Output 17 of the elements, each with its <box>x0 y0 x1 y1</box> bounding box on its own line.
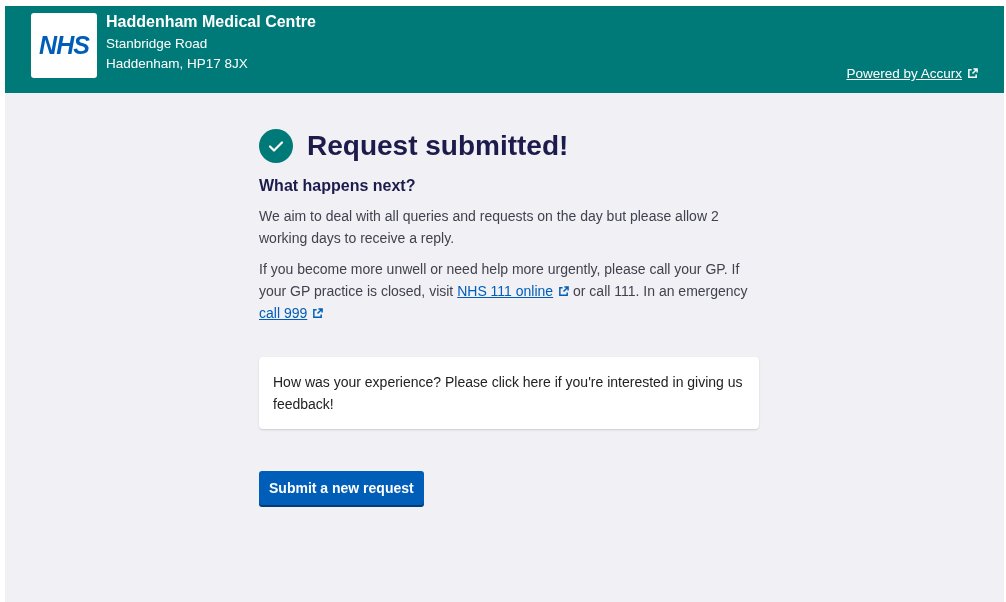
paragraph: If you become more unwell or need help more urgently, please call your GP. If your GP practice is closed, visit NHS 111 online or call 111. In an emergency call 999 <box>259 258 759 324</box>
external-link-icon <box>312 307 324 319</box>
nhs-logo: NHS <box>31 13 97 78</box>
address-line: Stanbridge Road <box>106 36 209 51</box>
section-heading: What happens next? <box>259 177 417 195</box>
page-title: Request submitted! <box>307 130 569 162</box>
external-link-icon <box>967 68 978 79</box>
powered-by-link[interactable]: Powered by Accurx <box>846 66 978 81</box>
paragraph: We aim to deal with all queries and requests on the day but please allow 2 working days to receive a reply. <box>259 207 720 248</box>
submit-new-request-button[interactable]: Submit a new request <box>259 471 424 505</box>
external-link-icon <box>558 285 570 297</box>
practice-name: Haddenham Medical Centre <box>106 13 317 31</box>
address-line: Haddenham, HP17 8JX <box>106 56 249 71</box>
feedback-card[interactable]: How was your experience? Please click here if you're interested in giving us feedback! <box>259 357 759 429</box>
link[interactable]: NHS 111 online <box>457 280 570 302</box>
link[interactable]: call 999 <box>259 302 324 324</box>
check-circle-icon <box>259 129 293 163</box>
